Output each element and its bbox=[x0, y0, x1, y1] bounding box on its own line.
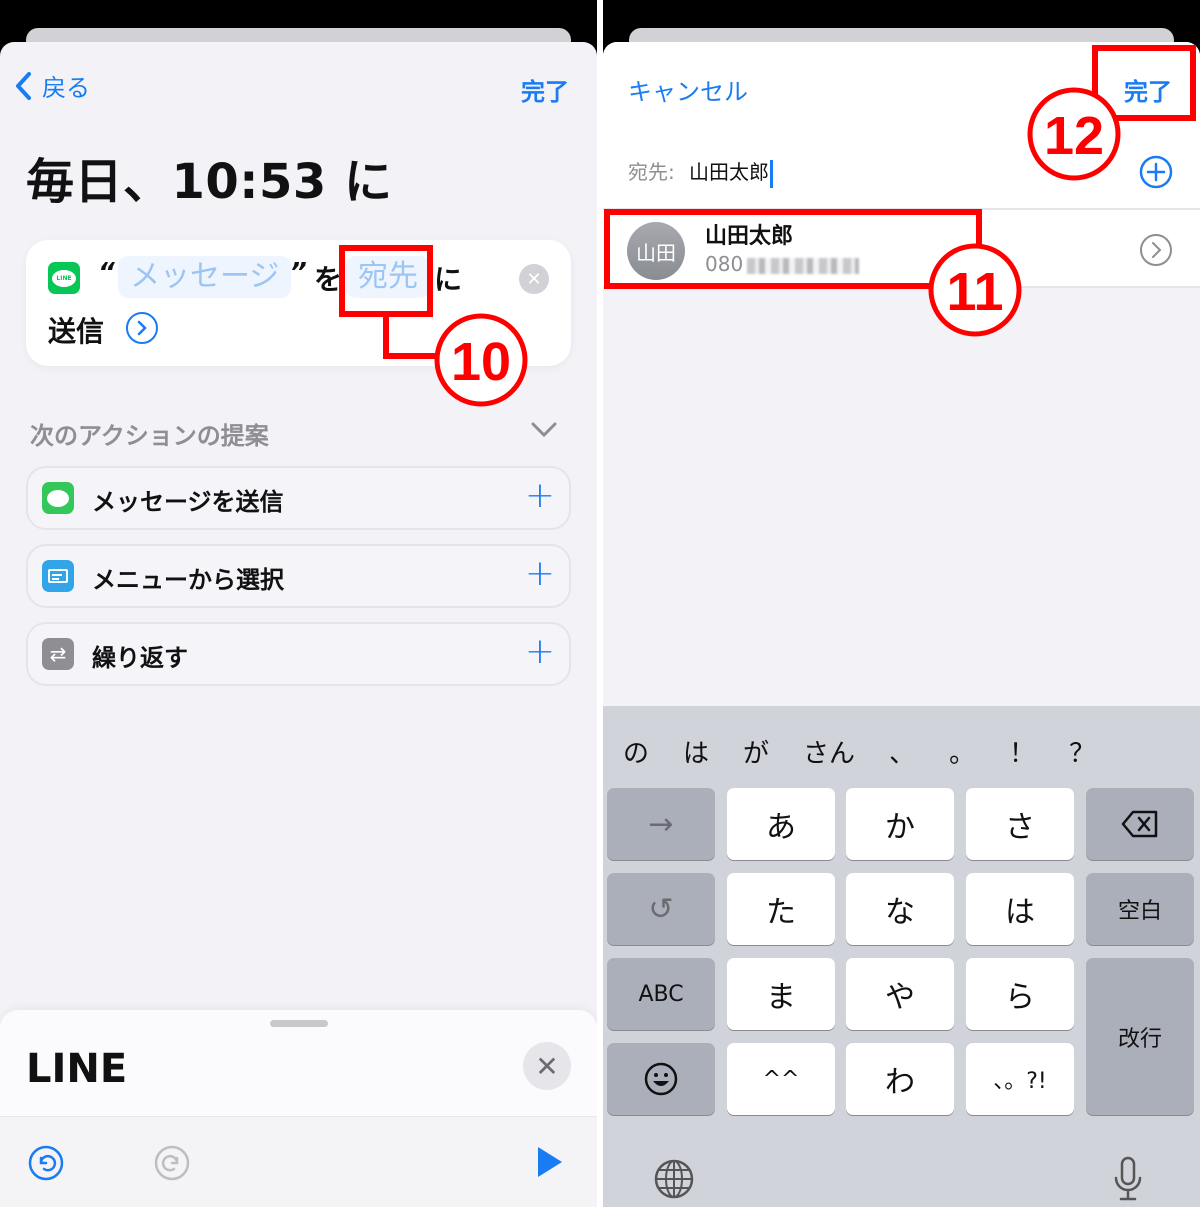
close-icon: ✕ bbox=[535, 1049, 559, 1083]
key-sa[interactable]: さ bbox=[966, 788, 1074, 860]
candidate-bar: のはがさん、。 ！ ？ bbox=[603, 726, 1200, 776]
key-kaomoji[interactable]: ^^ bbox=[727, 1043, 835, 1115]
key-delete[interactable] bbox=[1086, 788, 1194, 860]
add-icon[interactable]: + bbox=[525, 632, 555, 672]
japanese-kana-keyboard: のはがさん、。！？ → あ か さ ↺ た な は 空白 ABC ま や ら 改… bbox=[603, 706, 1200, 1207]
annotation-10: 10 bbox=[339, 245, 528, 407]
repeat-icon: ⇄ bbox=[42, 638, 74, 670]
undo-icon[interactable] bbox=[28, 1145, 64, 1181]
chevron-down-icon[interactable] bbox=[531, 422, 557, 438]
candidate-item[interactable]: は bbox=[683, 733, 709, 770]
key-undo[interactable]: ↺ bbox=[607, 873, 715, 945]
sheet-title: LINE bbox=[26, 1046, 128, 1092]
annotation-12-label: 12 bbox=[1044, 106, 1104, 166]
key-ya[interactable]: や bbox=[846, 958, 954, 1030]
key-ma[interactable]: ま bbox=[727, 958, 835, 1030]
globe-icon[interactable] bbox=[653, 1158, 695, 1200]
key-ha[interactable]: は bbox=[966, 873, 1074, 945]
close-sheet-button[interactable]: ✕ bbox=[523, 1042, 571, 1090]
play-icon[interactable] bbox=[536, 1145, 564, 1179]
shortcut-editor-panel: 戻る 完了 毎日、10:53 に LINE “ メッセージ ” を 宛先 に ✕… bbox=[0, 0, 597, 1207]
suggestion-label: メッセージを送信 bbox=[92, 488, 284, 516]
candidate-item[interactable]: 、 bbox=[889, 733, 915, 770]
messages-icon bbox=[42, 482, 74, 514]
candidate-item[interactable]: ？ bbox=[1069, 733, 1095, 770]
app-action-sheet: LINE ✕ bbox=[0, 1010, 597, 1207]
emoji-icon bbox=[644, 1062, 678, 1096]
suggestion-label: 繰り返す bbox=[92, 644, 188, 672]
suggestions-header: 次のアクションの提案 bbox=[30, 422, 269, 450]
key-next[interactable]: → bbox=[607, 788, 715, 860]
backspace-icon bbox=[1121, 810, 1158, 838]
candidate-item[interactable]: ！ bbox=[1009, 733, 1035, 770]
add-icon[interactable]: + bbox=[525, 476, 555, 516]
editor-toolbar bbox=[0, 1116, 597, 1207]
suggestion-send-message[interactable]: メッセージを送信 + bbox=[26, 466, 571, 530]
sheet-grabber[interactable] bbox=[270, 1020, 328, 1027]
redo-icon[interactable] bbox=[154, 1145, 190, 1181]
key-ra[interactable]: ら bbox=[966, 958, 1074, 1030]
annotation-11-label: 11 bbox=[946, 262, 1003, 322]
annotation-10-label: 10 bbox=[451, 332, 511, 392]
microphone-icon[interactable] bbox=[1113, 1156, 1143, 1202]
key-a[interactable]: あ bbox=[727, 788, 835, 860]
key-ka[interactable]: か bbox=[846, 788, 954, 860]
key-return[interactable]: 改行 bbox=[1086, 958, 1194, 1115]
key-emoji[interactable] bbox=[607, 1043, 715, 1115]
key-ta[interactable]: た bbox=[727, 873, 835, 945]
candidate-item[interactable]: の bbox=[623, 733, 649, 770]
add-icon[interactable]: + bbox=[525, 554, 555, 594]
key-wa[interactable]: わ bbox=[846, 1043, 954, 1115]
recipient-picker-panel: キャンセル 完了 宛先: 山田太郎 山田 山田太郎 080 のはがさん、。！？ … bbox=[603, 0, 1200, 1207]
suggestion-choose-from-menu[interactable]: メニューから選択 + bbox=[26, 544, 571, 608]
candidate-item[interactable]: さん bbox=[803, 733, 855, 770]
candidate-item[interactable]: が bbox=[743, 733, 769, 770]
suggestion-repeat[interactable]: ⇄ 繰り返す + bbox=[26, 622, 571, 686]
key-abc[interactable]: ABC bbox=[607, 958, 715, 1030]
key-space[interactable]: 空白 bbox=[1086, 873, 1194, 945]
key-punctuation[interactable]: 、。?! bbox=[966, 1043, 1074, 1115]
key-na[interactable]: な bbox=[846, 873, 954, 945]
suggestion-label: メニューから選択 bbox=[92, 566, 284, 594]
menu-icon bbox=[42, 560, 74, 592]
annotation-overlay: 11 12 bbox=[604, 45, 1196, 337]
candidate-item[interactable]: 。 bbox=[949, 733, 975, 770]
